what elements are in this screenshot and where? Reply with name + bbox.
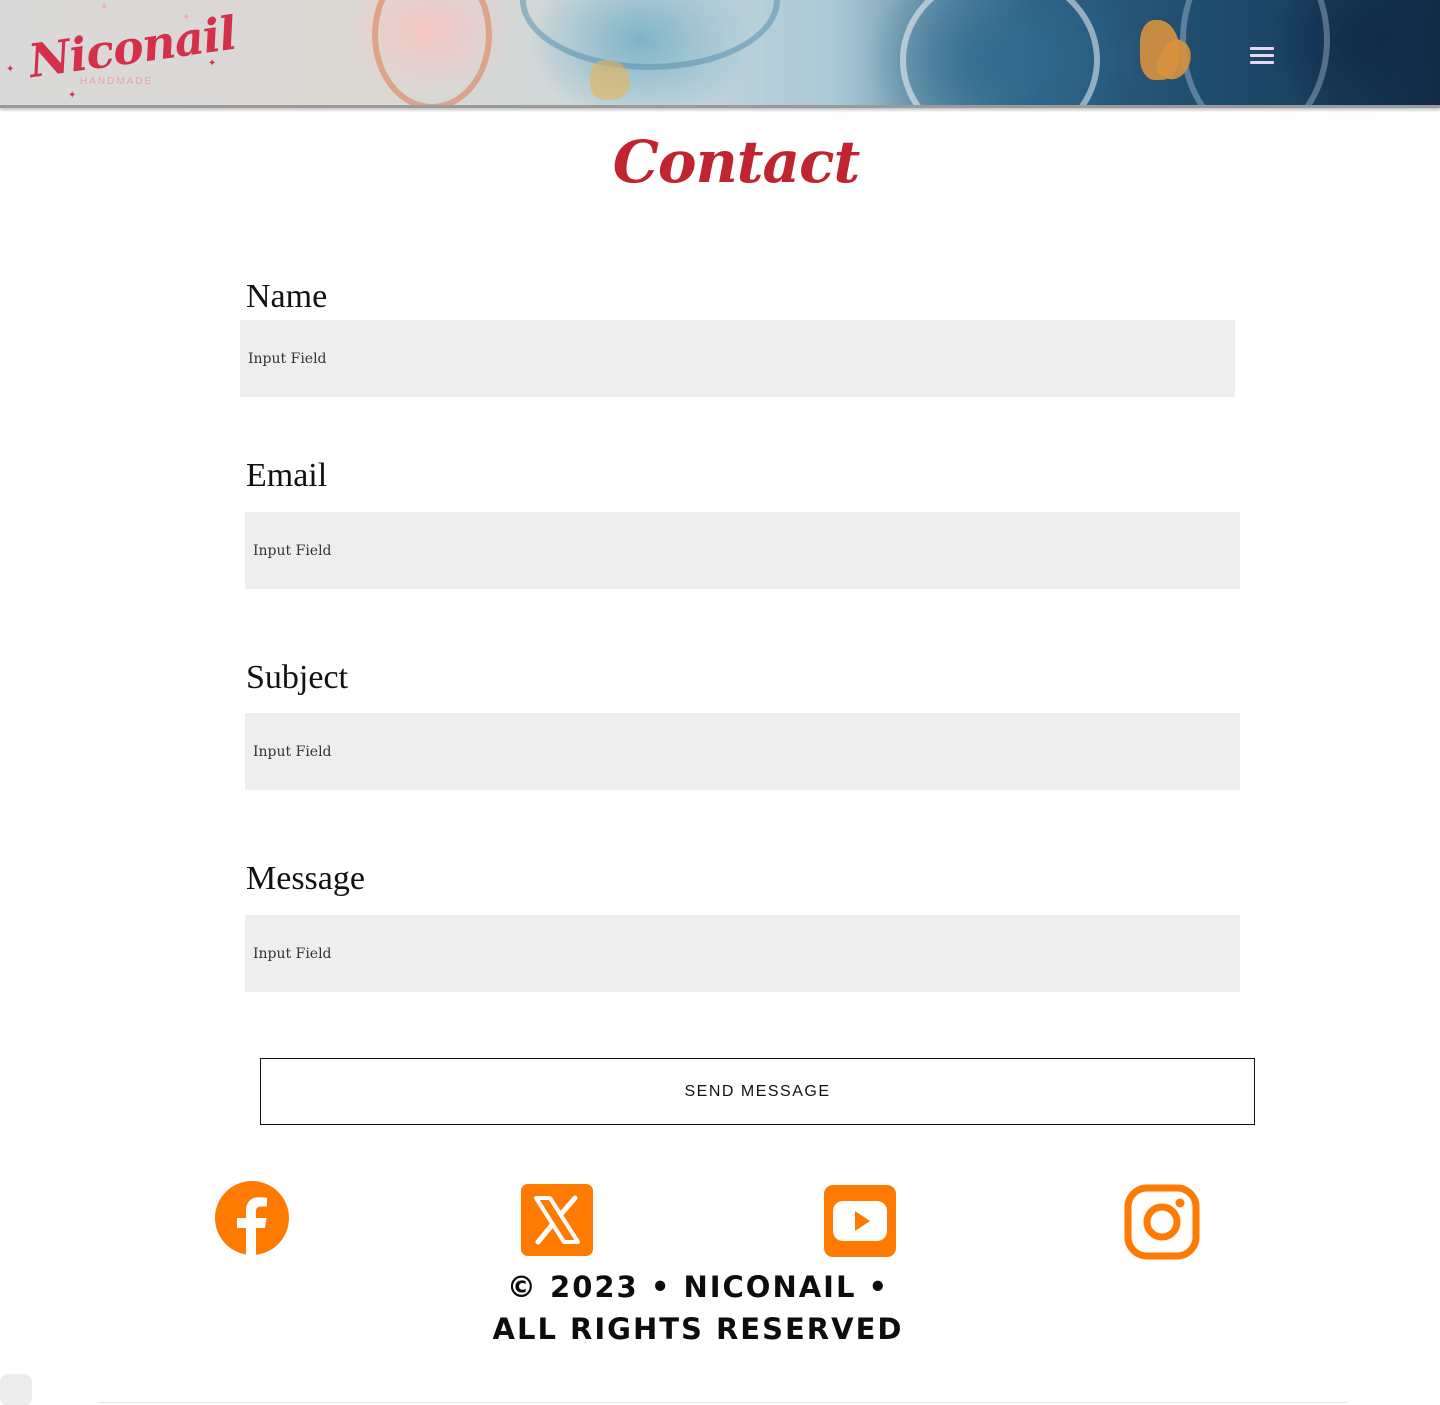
message-label: Message bbox=[246, 860, 365, 897]
header-art-swirl bbox=[520, 0, 780, 70]
name-field[interactable] bbox=[240, 320, 1235, 397]
page-title: Contact bbox=[612, 128, 861, 196]
instagram-icon[interactable] bbox=[1122, 1182, 1202, 1262]
logo-subtext: HANDMADE bbox=[80, 76, 154, 87]
sparkle-icon: ✦ bbox=[68, 90, 77, 101]
facebook-icon[interactable] bbox=[212, 1178, 292, 1258]
divider bbox=[98, 1402, 1348, 1403]
hamburger-menu-icon[interactable] bbox=[1246, 40, 1278, 70]
x-icon[interactable] bbox=[517, 1180, 597, 1260]
header-art-splash bbox=[590, 60, 630, 100]
sparkle-icon: ✦ bbox=[182, 12, 191, 23]
site-logo[interactable]: Niconail HANDMADE ✦ ✦ ✦ ✦ ✦ bbox=[6, 2, 239, 101]
subject-field[interactable] bbox=[245, 713, 1240, 790]
email-label: Email bbox=[246, 457, 328, 494]
header-art-swirl bbox=[372, 0, 492, 105]
send-message-button[interactable]: SEND MESSAGE bbox=[260, 1058, 1255, 1125]
subject-label: Subject bbox=[246, 659, 348, 696]
sparkle-icon: ✦ bbox=[100, 2, 109, 13]
chat-widget-button[interactable] bbox=[0, 1374, 32, 1405]
site-header: Niconail HANDMADE ✦ ✦ ✦ ✦ ✦ bbox=[0, 0, 1440, 108]
message-field[interactable] bbox=[245, 915, 1240, 992]
footer-copyright: © 2023 • NICONAIL • bbox=[506, 1270, 890, 1304]
sparkle-icon: ✦ bbox=[208, 58, 217, 69]
footer-rights: ALL RIGHTS RESERVED bbox=[492, 1312, 904, 1346]
youtube-icon[interactable] bbox=[820, 1181, 900, 1261]
email-field[interactable] bbox=[245, 512, 1240, 589]
name-label: Name bbox=[246, 278, 328, 315]
sparkle-icon: ✦ bbox=[6, 64, 15, 75]
header-art-swirl bbox=[900, 0, 1100, 105]
